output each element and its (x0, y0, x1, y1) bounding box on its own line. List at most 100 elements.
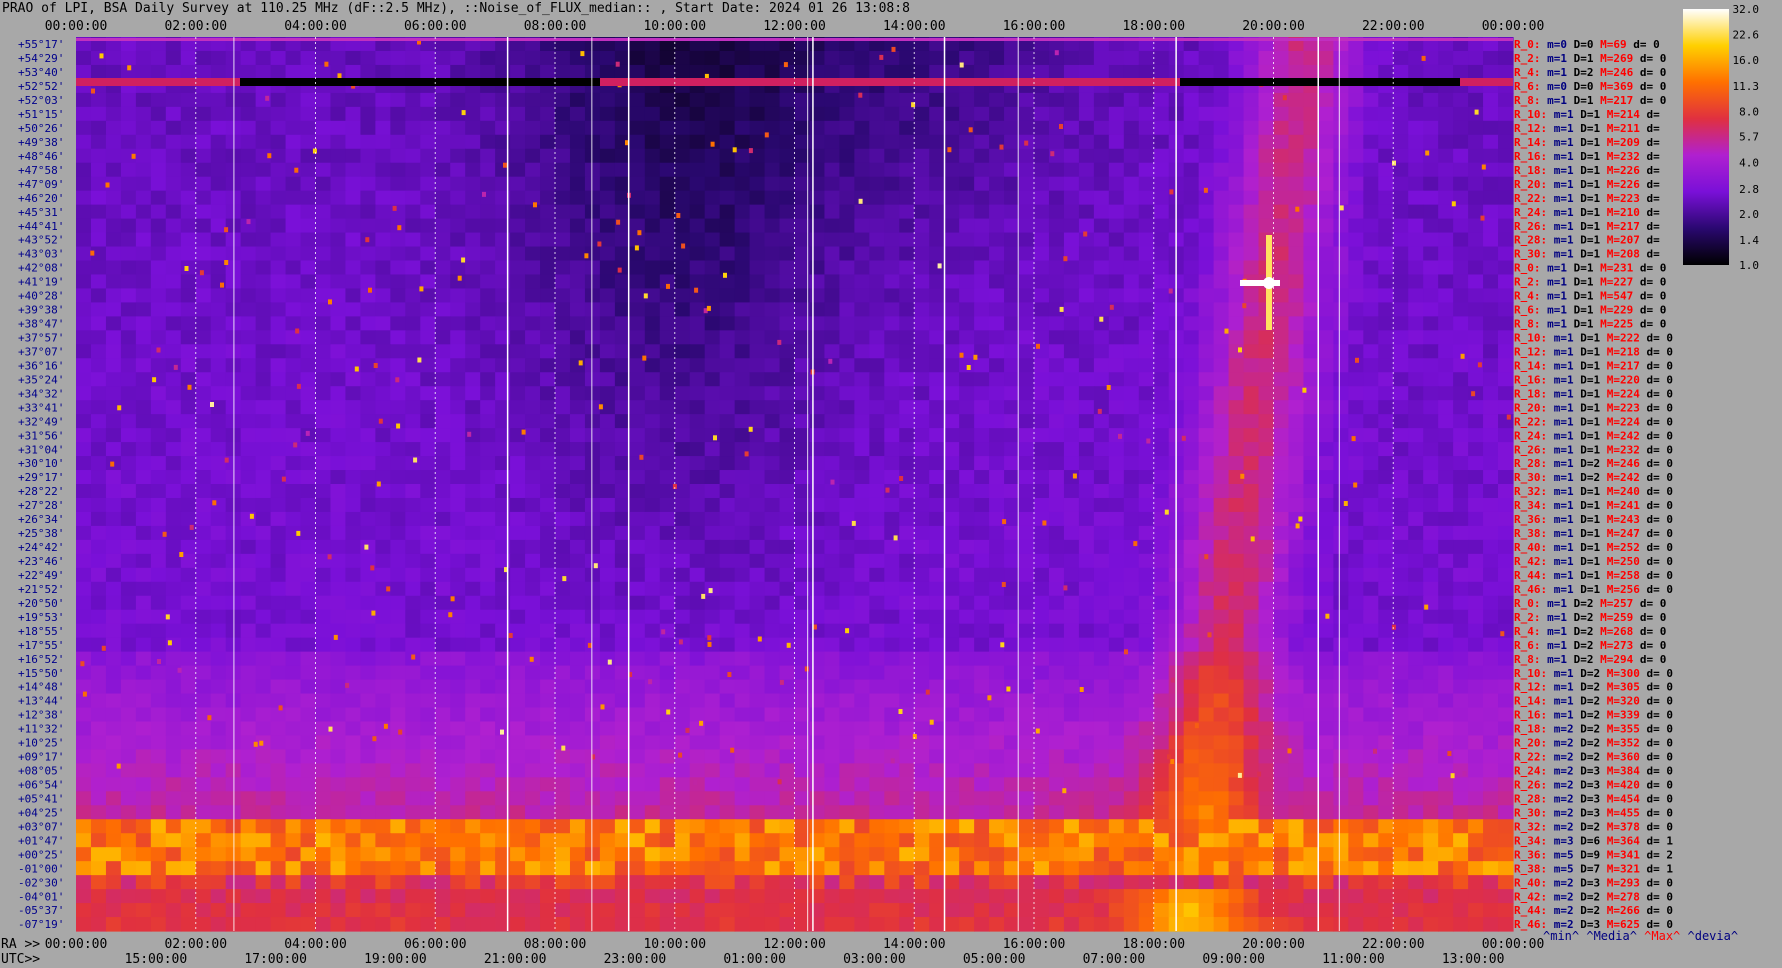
dec-label: +15°50' (18, 667, 64, 680)
point-source (1106, 385, 1111, 390)
point-source (328, 726, 333, 732)
dec-label: +47°58' (18, 164, 64, 177)
point-source (1462, 771, 1467, 777)
point-source (461, 110, 466, 116)
point-source (1099, 316, 1104, 322)
point-source (710, 141, 715, 147)
beam-stat-row: R_4: m=1 D=2 M=246 d= 0 (1514, 66, 1666, 79)
point-source (1353, 482, 1358, 488)
ra-prefix: RA >> (1, 937, 40, 952)
utc-tick-label: 13:00:00 (1442, 952, 1505, 967)
point-source (184, 266, 189, 271)
point-source (1325, 613, 1330, 619)
ra-tick-label: 20:00:00 (1242, 937, 1305, 952)
beam-stat-row: R_4: m=1 D=1 M=547 d= 0 (1514, 290, 1666, 303)
dec-label: +20°50' (18, 597, 64, 610)
point-source (1477, 362, 1482, 368)
utc-tick-label: 09:00:00 (1202, 952, 1265, 967)
colorbar-tick-label: 11.3 (1733, 80, 1760, 93)
point-source (748, 148, 753, 154)
point-source (467, 431, 472, 437)
point-source (1224, 328, 1229, 334)
point-source (1392, 160, 1396, 166)
point-source (411, 654, 416, 660)
point-source (1083, 231, 1088, 237)
beam-stat-row: R_0: m=1 D=1 M=231 d= 0 (1514, 262, 1666, 275)
dec-label: +55°17' (18, 38, 64, 51)
point-source (1170, 759, 1175, 764)
dec-label: +17°55' (18, 639, 64, 652)
point-source (925, 689, 930, 695)
dec-label: +43°03' (18, 248, 64, 261)
point-source (1207, 632, 1212, 638)
point-source (413, 457, 418, 463)
top-tick-label: 02:00:00 (164, 19, 227, 34)
dec-label: +04°25' (18, 807, 64, 820)
point-source (165, 614, 170, 620)
point-source (1124, 649, 1128, 655)
point-source (1421, 55, 1426, 61)
point-source (973, 354, 978, 360)
beam-stat-row: R_20: m=2 D=2 M=352 d= 0 (1514, 737, 1673, 750)
beam-stat-row: R_20: m=1 D=1 M=223 d= 0 (1514, 401, 1673, 414)
beam-stat-row: R_2: m=1 D=2 M=259 d= 0 (1514, 611, 1666, 624)
point-source (783, 62, 788, 68)
point-source (90, 250, 95, 256)
point-source (600, 704, 605, 710)
point-source (786, 642, 791, 648)
utc-tick-label: 03:00:00 (843, 952, 906, 967)
point-source (893, 535, 898, 541)
point-source (419, 286, 424, 292)
point-source (1481, 164, 1486, 170)
beam-stat-row: R_16: m=1 D=2 M=339 d= 0 (1514, 709, 1673, 722)
point-source (858, 92, 863, 98)
point-source (392, 205, 397, 211)
beam-stat-row: R_4: m=1 D=2 M=268 d= 0 (1514, 625, 1666, 638)
beam-stat-row: R_16: m=1 D=1 M=232 d= (1514, 150, 1660, 163)
beam-stat-row: R_0: m=0 D=0 M=69 d= 0 (1514, 38, 1660, 51)
point-source (448, 612, 453, 618)
point-source (1500, 631, 1505, 637)
point-source (1237, 772, 1242, 778)
beam-stat-row: R_32: m=1 D=1 M=240 d= 0 (1514, 485, 1673, 498)
point-source (327, 554, 332, 560)
point-source (249, 513, 254, 519)
point-source (461, 257, 466, 263)
beam-stat-row: R_38: m=1 D=1 M=247 d= 0 (1514, 527, 1673, 540)
dec-label: +24°42' (18, 541, 64, 554)
point-source (296, 530, 301, 536)
ra-tick-label: 02:00:00 (164, 937, 227, 952)
beam-stat-row: R_36: m=5 D=9 M=341 d= 2 (1514, 848, 1673, 861)
utc-tick-label: 01:00:00 (723, 952, 786, 967)
point-source (396, 423, 401, 429)
colorbar-tick-label: 2.8 (1739, 183, 1759, 196)
dec-label: +31°56' (18, 429, 64, 442)
point-source (82, 691, 87, 697)
point-source (1059, 124, 1063, 129)
dec-label: +18°55' (18, 625, 64, 638)
ra-tick-label: 04:00:00 (284, 937, 347, 952)
colorbar-tick-label: 2.0 (1739, 208, 1759, 221)
point-source (1298, 516, 1303, 522)
colorbar-tick-label: 1.0 (1739, 259, 1759, 272)
dec-label: +54°29' (18, 52, 64, 65)
point-source (1295, 523, 1300, 529)
colorbar-tick-label: 4.0 (1739, 157, 1759, 170)
beam-stat-row: R_28: m=2 D=3 M=454 d= 0 (1514, 793, 1673, 806)
ra-tick-label: 12:00:00 (763, 937, 826, 952)
dec-label: +42°08' (18, 262, 64, 275)
point-source (1287, 748, 1292, 754)
dec-label: +27°28' (18, 499, 64, 512)
dec-label: +52°52' (18, 80, 64, 93)
point-source (1355, 357, 1359, 363)
point-source (328, 299, 332, 305)
point-source (372, 736, 377, 742)
point-source (398, 729, 403, 735)
beam-stat-row: R_26: m=1 D=1 M=232 d= 0 (1514, 443, 1673, 456)
utc-tick-label: 05:00:00 (963, 952, 1026, 967)
point-source (732, 147, 737, 153)
point-source (246, 219, 251, 225)
point-source (1506, 414, 1511, 420)
point-source (845, 628, 850, 634)
point-source (105, 182, 110, 188)
